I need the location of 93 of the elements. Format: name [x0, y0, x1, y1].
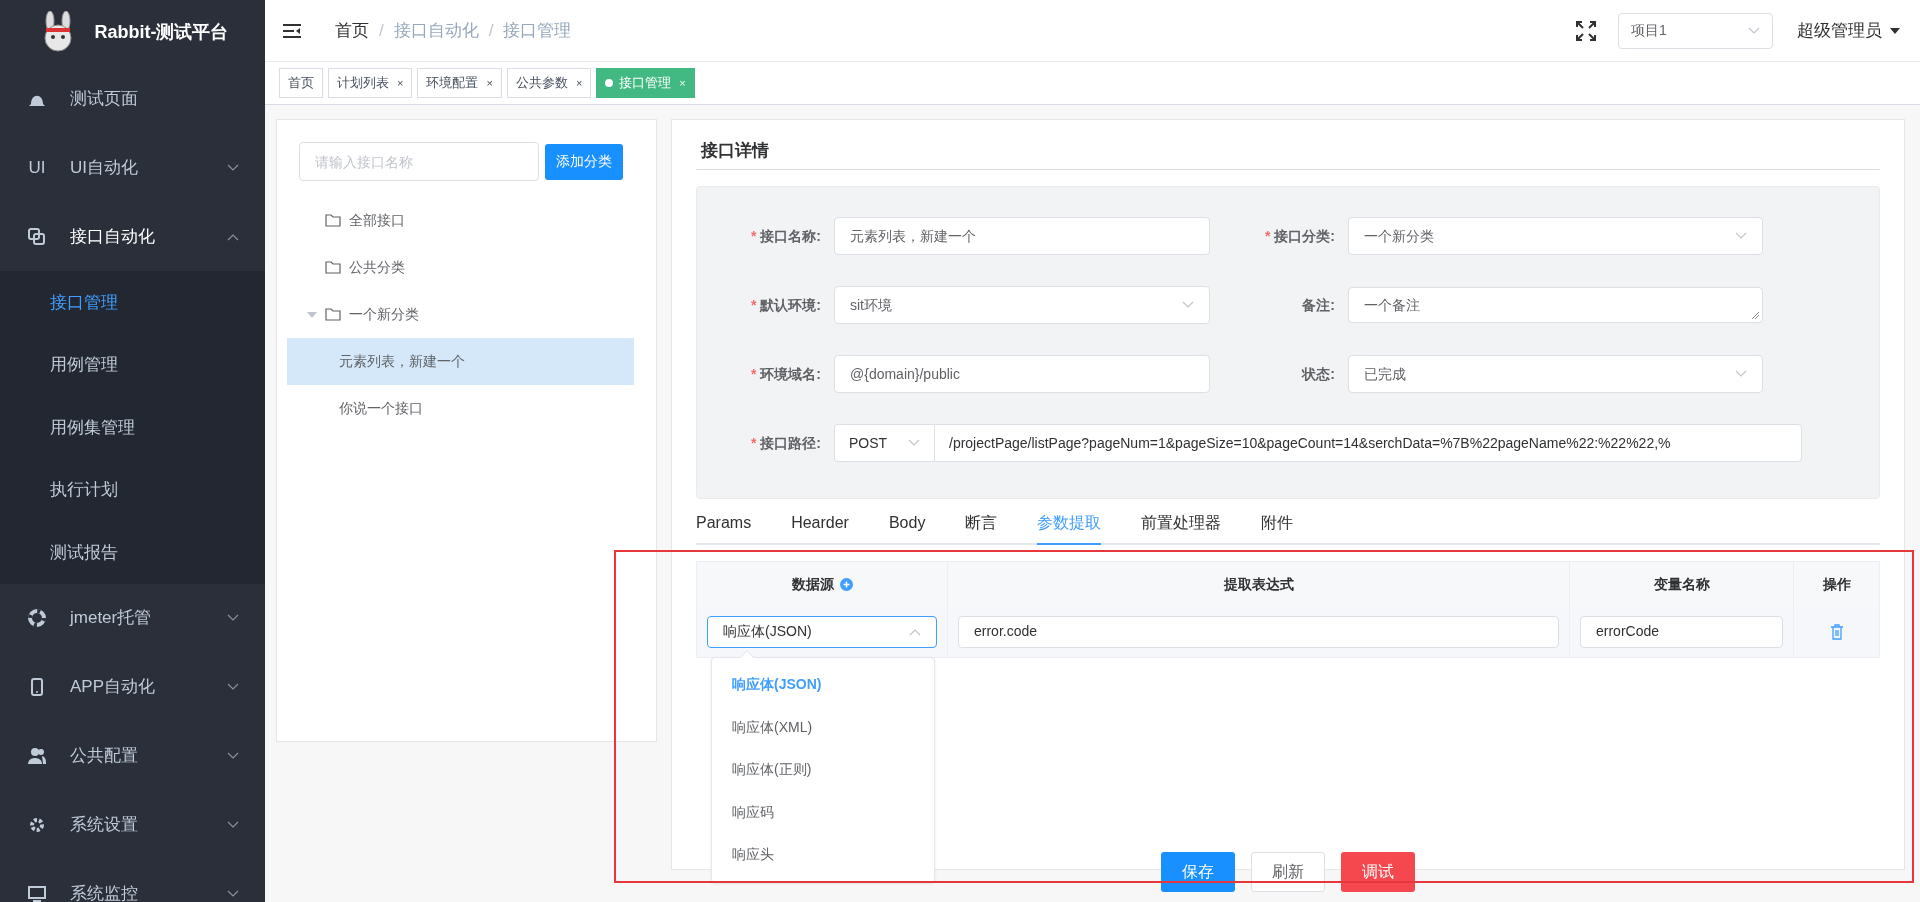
ring-icon: [27, 608, 47, 628]
field-label: * 默认环境:: [749, 295, 822, 315]
project-select[interactable]: 项目1: [1618, 12, 1773, 49]
page-tag[interactable]: 计划列表 ×: [328, 68, 413, 98]
submenu-item[interactable]: 接口管理: [0, 271, 265, 334]
source-select[interactable]: 响应体(JSON): [707, 615, 937, 648]
status-dot: [605, 79, 614, 87]
tree-node[interactable]: 元素列表，新建一个: [287, 338, 634, 385]
tab[interactable]: 附件: [1261, 504, 1294, 545]
action-button[interactable]: 调试: [1341, 852, 1415, 892]
chevron-down-icon: [1735, 370, 1747, 378]
column-header: 提取表达式: [1223, 574, 1294, 594]
action-button[interactable]: 刷新: [1251, 852, 1325, 892]
submenu-item[interactable]: 测试报告: [0, 521, 265, 584]
chevron-down-icon: [1735, 232, 1747, 240]
chevron-up-icon: [227, 232, 239, 241]
select-field[interactable]: 一个新分类: [1348, 217, 1763, 255]
column-header: 数据源: [791, 574, 834, 594]
text-field[interactable]: 元素列表，新建一个: [834, 217, 1210, 255]
column-header: 操作: [1822, 574, 1851, 594]
column-header: 变量名称: [1653, 574, 1710, 594]
chevron-down-icon: [227, 163, 239, 172]
dropdown-option[interactable]: 响应码: [712, 791, 934, 834]
submenu-item[interactable]: 用例集管理: [0, 396, 265, 459]
sidebar-item[interactable]: UI UI自动化: [0, 133, 265, 202]
submenu-item[interactable]: 用例管理: [0, 333, 265, 396]
icon-text: UI: [28, 156, 46, 179]
caret-down-icon: [307, 309, 317, 320]
chevron-down-icon: [908, 439, 920, 447]
tree-node[interactable]: 公共分类: [287, 244, 634, 291]
url-field[interactable]: /projectPage/listPage?pageNum=1&pageSize=10&pageCount=14&serchData=%7B%22pageName%22:%22%22,%: [934, 424, 1802, 462]
chevron-down-icon: [227, 614, 239, 622]
menu-fold-icon[interactable]: [283, 22, 301, 39]
tab[interactable]: Body: [888, 504, 926, 545]
chevron-down-icon: [227, 752, 239, 760]
chevron-down-icon: [1748, 26, 1760, 35]
chevron-down-icon: [227, 683, 239, 691]
close-tag-icon[interactable]: ×: [486, 74, 493, 92]
field-label: * 接口分类:: [1263, 226, 1336, 246]
breadcrumb-separator: /: [488, 19, 494, 42]
select-field[interactable]: 已完成: [1348, 355, 1763, 393]
chevron-down-icon: [227, 890, 239, 898]
tab[interactable]: 断言: [965, 504, 998, 545]
sidebar-item[interactable]: 公共配置: [0, 721, 265, 791]
chevron-up-icon: [909, 627, 921, 636]
resize-handle-icon: [1752, 312, 1759, 319]
chevron-down-icon: [227, 821, 239, 829]
page-tag[interactable]: 公共参数 ×: [506, 68, 592, 98]
submenu-item[interactable]: 执行计划: [0, 458, 265, 521]
textarea-field[interactable]: 一个备注: [1348, 287, 1763, 323]
text-field[interactable]: @{domain}/public: [834, 355, 1210, 393]
add-circle-icon[interactable]: [839, 577, 853, 591]
breadcrumb-separator: /: [379, 19, 384, 42]
dropdown-option[interactable]: 响应体(正则): [712, 748, 934, 791]
sidebar-item[interactable]: APP自动化: [0, 652, 265, 722]
section-title: 接口详情: [696, 138, 1880, 170]
overlapping-squares-icon: [27, 226, 47, 247]
users-icon: [27, 746, 47, 766]
field-label: 状态:: [1300, 364, 1336, 384]
user-menu[interactable]: 超级管理员: [1797, 17, 1900, 44]
sidebar-item[interactable]: 系统设置: [0, 790, 265, 860]
folder-icon: [325, 213, 341, 228]
fullscreen-icon[interactable]: [1576, 20, 1596, 41]
page-tag[interactable]: 环境配置 ×: [417, 68, 502, 98]
caret-down-icon: [1890, 27, 1900, 34]
breadcrumb-link[interactable]: 首页: [335, 17, 369, 44]
sidebar-item[interactable]: 测试页面: [0, 64, 265, 133]
tab[interactable]: 前置处理器: [1141, 504, 1222, 545]
page-tag[interactable]: 首页: [279, 68, 323, 98]
close-tag-icon[interactable]: ×: [575, 74, 583, 92]
dropdown-option[interactable]: 响应头: [712, 833, 934, 876]
method-select[interactable]: POST: [834, 424, 934, 462]
field-label: 备注:: [1301, 295, 1336, 315]
variable-field[interactable]: errorCode: [1580, 615, 1783, 648]
folder-icon: [325, 260, 341, 275]
tree-node[interactable]: 你说一个接口: [287, 385, 634, 432]
tab[interactable]: Hearder: [791, 504, 849, 545]
folder-icon: [325, 307, 341, 322]
logo-text: Rabbit-测试平台: [94, 20, 229, 44]
tree-node[interactable]: 全部接口: [287, 197, 634, 244]
field-label: * 环境域名:: [749, 364, 822, 384]
select-field[interactable]: sit环境: [834, 286, 1210, 324]
tree-node[interactable]: 一个新分类: [287, 291, 634, 338]
sidebar-item[interactable]: 系统监控: [0, 859, 265, 902]
tab[interactable]: Params: [696, 504, 752, 545]
field-label: * 接口路径:: [749, 433, 822, 453]
monitor-icon: [27, 884, 47, 902]
close-tag-icon[interactable]: ×: [397, 74, 404, 92]
field-label: * 接口名称:: [749, 226, 822, 246]
chevron-down-icon: [1182, 301, 1194, 309]
dropdown-option[interactable]: 响应体(XML): [712, 706, 934, 749]
expression-field[interactable]: error.code: [958, 615, 1559, 648]
sidebar-item[interactable]: jmeter托管: [0, 583, 265, 653]
